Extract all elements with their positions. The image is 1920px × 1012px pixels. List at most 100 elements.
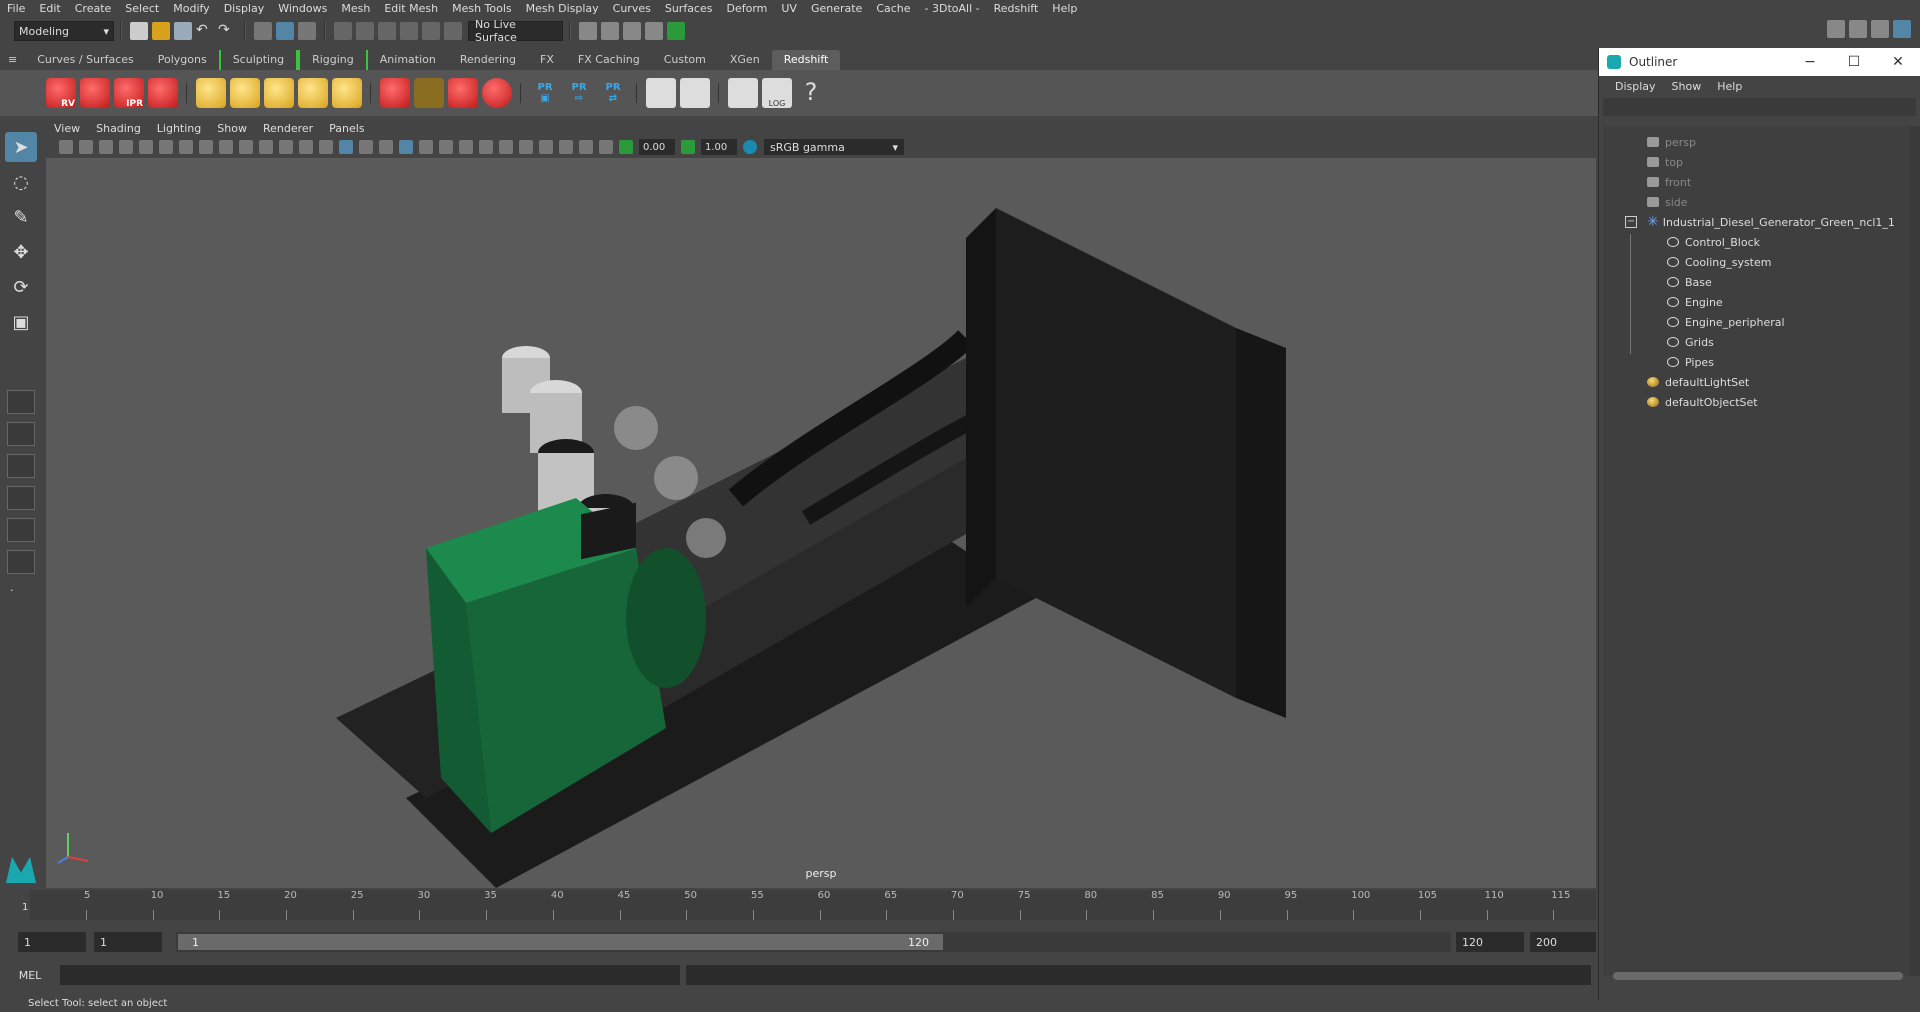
- menu-3dtoall[interactable]: - 3DtoAll -: [918, 0, 987, 17]
- outliner-item-cooling-system[interactable]: Cooling_system: [1603, 252, 1911, 272]
- outliner-menu-display[interactable]: Display: [1607, 80, 1664, 93]
- tab-redshift[interactable]: Redshift: [771, 50, 841, 70]
- snap-curve-icon[interactable]: [356, 22, 374, 40]
- menu-mesh-tools[interactable]: Mesh Tools: [445, 0, 519, 17]
- snap-grid-icon[interactable]: [334, 22, 352, 40]
- default-material-icon[interactable]: [359, 140, 373, 154]
- visibility-icon[interactable]: [680, 78, 710, 108]
- tab-rigging[interactable]: Rigging: [298, 50, 368, 70]
- resolution-gate-icon[interactable]: [219, 140, 233, 154]
- xray-components-icon[interactable]: [599, 140, 613, 154]
- layout-persp-outliner-icon[interactable]: [7, 486, 35, 510]
- help-icon[interactable]: ?: [796, 78, 826, 108]
- gamma-field[interactable]: 1.00: [701, 139, 737, 155]
- outliner-menu-help[interactable]: Help: [1709, 80, 1750, 93]
- outliner-item-generator-group[interactable]: − ✳ Industrial_Diesel_Generator_Green_nc…: [1603, 212, 1911, 232]
- scale-tool-icon[interactable]: ▣: [5, 307, 37, 337]
- ies-light-icon[interactable]: [264, 78, 294, 108]
- outliner-menu-show[interactable]: Show: [1664, 80, 1710, 93]
- isolate-select-icon[interactable]: [539, 140, 553, 154]
- channel-box-icon[interactable]: [1893, 20, 1911, 38]
- outliner-item-front[interactable]: front: [1603, 172, 1911, 192]
- screen-space-ao-icon[interactable]: [459, 140, 473, 154]
- snap-point-icon[interactable]: [378, 22, 396, 40]
- paint-select-icon[interactable]: ✎: [5, 202, 37, 232]
- outliner-item-pipes[interactable]: Pipes: [1603, 352, 1911, 372]
- select-by-object-icon[interactable]: [276, 22, 294, 40]
- outliner-item-base[interactable]: Base: [1603, 272, 1911, 292]
- lasso-tool-icon[interactable]: ◌: [5, 167, 37, 197]
- hair-icon[interactable]: [414, 78, 444, 108]
- smooth-shade-icon[interactable]: [339, 140, 353, 154]
- viewport-menu-lighting[interactable]: Lighting: [149, 122, 209, 135]
- live-surface-field[interactable]: No Live Surface: [468, 18, 563, 44]
- time-ruler[interactable]: 5 10 15 20 25 30 35 40 45 50 55 60 65 70 75 80 85 90 95 100…: [30, 890, 1596, 920]
- collapse-icon[interactable]: −: [1625, 216, 1637, 228]
- area-light-icon[interactable]: [196, 78, 226, 108]
- xray-icon[interactable]: [559, 140, 573, 154]
- menu-file[interactable]: File: [0, 0, 32, 17]
- outliner-item-engine-peripheral[interactable]: Engine_peripheral: [1603, 312, 1911, 332]
- menu-select[interactable]: Select: [118, 0, 166, 17]
- menu-redshift[interactable]: Redshift: [987, 0, 1046, 17]
- outliner-item-grids[interactable]: Grids: [1603, 332, 1911, 352]
- menu-windows[interactable]: Windows: [271, 0, 334, 17]
- shadows-icon[interactable]: [439, 140, 453, 154]
- outliner-horizontal-scrollbar[interactable]: [1613, 972, 1903, 980]
- motion-blur-icon[interactable]: [479, 140, 493, 154]
- outliner-item-top[interactable]: top: [1603, 152, 1911, 172]
- safe-action-icon[interactable]: [279, 140, 293, 154]
- menu-display[interactable]: Display: [217, 0, 272, 17]
- anti-aliasing-icon[interactable]: [499, 140, 513, 154]
- render-settings-gear-icon[interactable]: [148, 78, 178, 108]
- gamma-toggle-icon[interactable]: [681, 140, 695, 154]
- exposure-toggle-icon[interactable]: [619, 140, 633, 154]
- menu-deform[interactable]: Deform: [719, 0, 774, 17]
- outliner-search-field[interactable]: [1603, 98, 1916, 116]
- open-scene-icon[interactable]: [152, 22, 170, 40]
- color-management-icon[interactable]: [743, 140, 757, 154]
- outliner-item-engine[interactable]: Engine: [1603, 292, 1911, 312]
- snap-vertex-icon[interactable]: [444, 22, 462, 40]
- grid-icon[interactable]: [179, 140, 193, 154]
- safe-title-icon[interactable]: [299, 140, 313, 154]
- menu-create[interactable]: Create: [68, 0, 119, 17]
- menu-modify[interactable]: Modify: [166, 0, 216, 17]
- tab-sculpting[interactable]: Sculpting: [218, 50, 299, 70]
- use-all-lights-icon[interactable]: [419, 140, 433, 154]
- wireframe-on-shaded-icon[interactable]: [379, 140, 393, 154]
- select-by-hierarchy-icon[interactable]: [254, 22, 272, 40]
- log-icon[interactable]: LOG: [762, 78, 792, 108]
- menu-edit[interactable]: Edit: [32, 0, 67, 17]
- menu-help[interactable]: Help: [1045, 0, 1084, 17]
- toolbox-more-icon[interactable]: ·: [10, 584, 30, 604]
- tool-settings-icon[interactable]: [1871, 20, 1889, 38]
- attribute-editor-icon[interactable]: [1849, 20, 1867, 38]
- proxy-icon[interactable]: [380, 78, 410, 108]
- animation-end-field[interactable]: 200: [1530, 932, 1596, 952]
- outliner-item-persp[interactable]: persp: [1603, 132, 1911, 152]
- viewport-menu-show[interactable]: Show: [209, 122, 255, 135]
- viewport-menu-renderer[interactable]: Renderer: [255, 122, 321, 135]
- bookmark-icon[interactable]: [99, 140, 113, 154]
- rotate-tool-icon[interactable]: ⟳: [5, 272, 37, 302]
- ipr-icon[interactable]: IPR: [114, 78, 144, 109]
- image-plane-icon[interactable]: [119, 140, 133, 154]
- shelf-menu-icon[interactable]: ≡: [0, 50, 25, 70]
- maximize-icon[interactable]: ☐: [1832, 54, 1876, 70]
- proxy-export-icon[interactable]: PR ▣: [530, 78, 560, 108]
- layout-four-icon[interactable]: [7, 422, 35, 446]
- menu-generate[interactable]: Generate: [804, 0, 869, 17]
- camera-select-icon[interactable]: [59, 140, 73, 154]
- textured-icon[interactable]: [399, 140, 413, 154]
- tab-curves-surfaces[interactable]: Curves / Surfaces: [25, 50, 146, 70]
- proxy-import-icon[interactable]: PR ⇨: [564, 78, 594, 108]
- color-space-dropdown[interactable]: sRGB gamma ▾: [764, 139, 904, 155]
- layout-single-icon[interactable]: [7, 390, 35, 414]
- wireframe-icon[interactable]: [319, 140, 333, 154]
- snap-surface-icon[interactable]: [422, 22, 440, 40]
- layout-three-icon[interactable]: [7, 518, 35, 542]
- ipr-render-icon[interactable]: [623, 22, 641, 40]
- render-view-icon[interactable]: [579, 22, 597, 40]
- xray-joints-icon[interactable]: [579, 140, 593, 154]
